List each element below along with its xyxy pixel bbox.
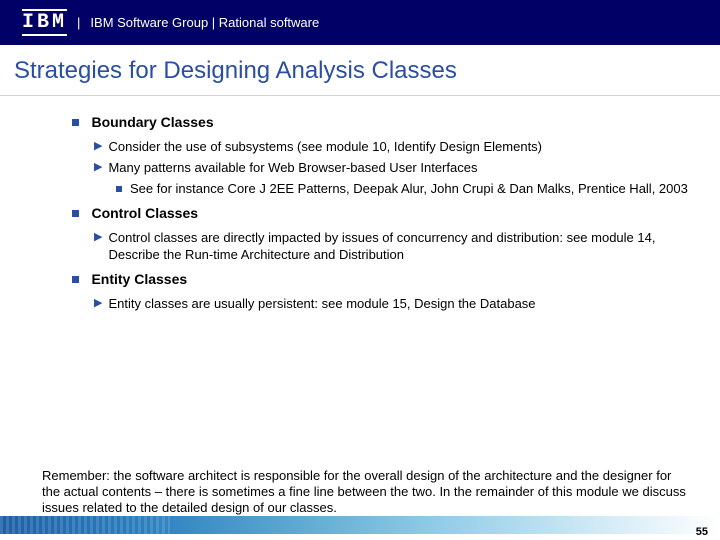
- square-bullet-icon: [72, 119, 79, 126]
- arrow-bullet-icon: ▶: [94, 138, 102, 155]
- sub-bullet-item: See for instance Core J 2EE Patterns, De…: [116, 180, 692, 197]
- title-bar: Strategies for Designing Analysis Classe…: [0, 45, 720, 96]
- square-bullet-icon: [72, 210, 79, 217]
- ibm-logo: IBM: [22, 9, 67, 36]
- bullet-text: Control classes are directly impacted by…: [108, 229, 692, 263]
- header-separator: |: [77, 15, 80, 30]
- slide-title: Strategies for Designing Analysis Classe…: [14, 57, 720, 85]
- bullet-item: ▶ Entity classes are usually persistent:…: [94, 295, 692, 312]
- header-bar: IBM | IBM Software Group | Rational soft…: [0, 0, 720, 45]
- section-heading: Control Classes: [72, 205, 692, 223]
- arrow-bullet-icon: ▶: [94, 159, 102, 176]
- footer-graphic: [0, 516, 720, 534]
- sub-bullet-text: See for instance Core J 2EE Patterns, De…: [130, 180, 688, 197]
- slide: IBM | IBM Software Group | Rational soft…: [0, 0, 720, 540]
- arrow-bullet-icon: ▶: [94, 295, 102, 312]
- header-text: IBM Software Group | Rational software: [90, 15, 319, 30]
- footer: 55: [0, 516, 720, 540]
- heading-text: Boundary Classes: [91, 114, 213, 130]
- arrow-bullet-icon: ▶: [94, 229, 102, 263]
- heading-text: Entity Classes: [91, 271, 187, 287]
- section-heading: Boundary Classes: [72, 114, 692, 132]
- heading-text: Control Classes: [91, 205, 198, 221]
- bullet-text: Entity classes are usually persistent: s…: [108, 295, 535, 312]
- bullet-item: ▶ Control classes are directly impacted …: [94, 229, 692, 263]
- slide-body: Boundary Classes ▶ Consider the use of s…: [0, 106, 720, 454]
- bullet-text: Consider the use of subsystems (see modu…: [108, 138, 542, 155]
- bullet-item: ▶ Many patterns available for Web Browse…: [94, 159, 692, 176]
- bullet-text: Many patterns available for Web Browser-…: [108, 159, 477, 176]
- page-number: 55: [696, 526, 708, 538]
- square-bullet-icon: [116, 186, 122, 192]
- section-heading: Entity Classes: [72, 271, 692, 289]
- remember-paragraph: Remember: the software architect is resp…: [0, 468, 720, 516]
- bullet-item: ▶ Consider the use of subsystems (see mo…: [94, 138, 692, 155]
- square-bullet-icon: [72, 276, 79, 283]
